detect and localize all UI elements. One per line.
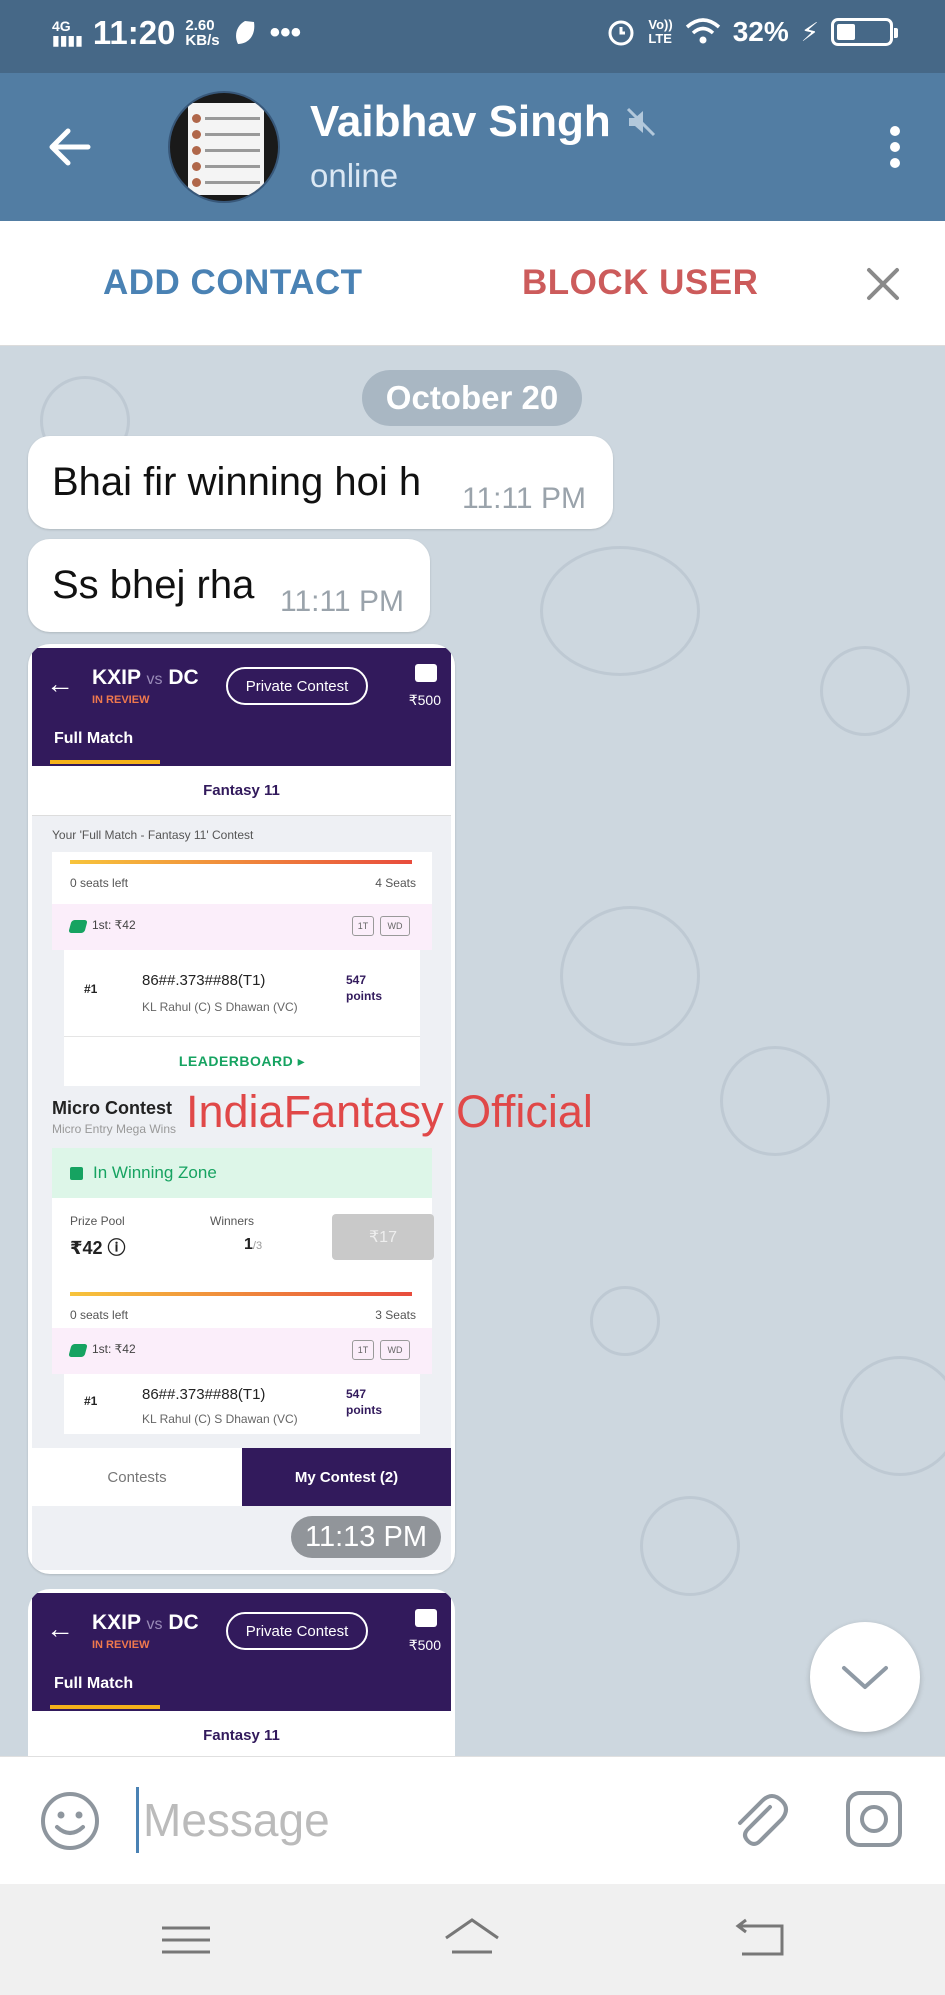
photo-message[interactable]: ← KXIP vs DC IN REVIEW Private Contest ₹…: [28, 1589, 455, 1756]
ss-status: IN REVIEW: [92, 1639, 150, 1651]
back-arrow-icon[interactable]: [40, 117, 100, 177]
ss-match-title: KXIP vs DC: [92, 666, 199, 689]
ss-private-contest: Private Contest: [226, 1612, 368, 1650]
contact-name: Vaibhav Singh: [310, 97, 611, 146]
message-time: 11:11 PM: [280, 585, 404, 618]
watermark-text: IndiaFantasy Official: [186, 1086, 593, 1137]
status-left: 4G ▮▮▮▮ 11:20 2.60 KB/s •••: [52, 14, 301, 52]
chevron-down-icon: [842, 1666, 888, 1689]
battery-percent: 32%: [732, 16, 789, 47]
ss-tab: Full Match: [54, 1675, 134, 1692]
ss-tab: Full Match: [54, 730, 134, 747]
net-speed: 2.60 KB/s: [185, 17, 220, 49]
ss-status: IN REVIEW: [92, 694, 150, 706]
ss-leaderboard: LEADERBOARD ▸: [64, 1036, 420, 1086]
add-contact-button[interactable]: ADD CONTACT: [103, 263, 363, 303]
message-input[interactable]: [136, 1787, 696, 1853]
ss-wallet-amount: ₹500: [408, 692, 441, 708]
status-right: Vo)) LTE 32% ⚡: [606, 16, 898, 48]
block-user-button[interactable]: BLOCK USER: [522, 263, 758, 303]
back-icon[interactable]: [730, 1912, 790, 1968]
volte-icon: Vo)) LTE: [648, 17, 673, 46]
emoji-icon[interactable]: [38, 1789, 102, 1853]
signal-icon: 4G ▮▮▮▮: [52, 18, 83, 48]
network-type: 4G: [52, 18, 71, 34]
photo-time: 11:13 PM: [291, 1516, 441, 1558]
close-icon[interactable]: [863, 264, 903, 304]
ss-subtab: Fantasy 11: [32, 1711, 451, 1756]
menu-icon[interactable]: [156, 1912, 216, 1968]
ss-wallet-amount: ₹500: [408, 1637, 441, 1653]
battery-icon: [831, 18, 898, 46]
avatar[interactable]: [168, 91, 280, 203]
ss-private-contest: Private Contest: [226, 667, 368, 705]
charging-icon: ⚡: [800, 16, 819, 47]
contact-status: online: [310, 157, 399, 194]
ss-micro-title: Micro Contest: [52, 1098, 173, 1118]
doodle: [840, 1356, 945, 1476]
ss-wallet-icon: [415, 1609, 437, 1627]
status-bar: 4G ▮▮▮▮ 11:20 2.60 KB/s ••• Vo)) LTE 32%…: [0, 0, 945, 73]
doodle: [540, 546, 700, 676]
chat-header: Vaibhav Singh online: [0, 73, 945, 221]
chat-area[interactable]: October 20 Bhai fir winning hoi h 11:11 …: [0, 346, 945, 1756]
message-composer: [0, 1756, 945, 1884]
contact-name-row[interactable]: Vaibhav Singh: [310, 97, 657, 147]
message-time: 11:11 PM: [462, 482, 586, 515]
ss-wallet-icon: [415, 664, 437, 682]
ss-gem-icon: [68, 920, 88, 933]
doodle: [590, 1286, 660, 1356]
more-vertical-icon[interactable]: [875, 117, 915, 177]
scroll-down-button[interactable]: [810, 1622, 920, 1732]
clock: 11:20: [92, 14, 176, 51]
ss-contest-heading: Your 'Full Match - Fantasy 11' Contest: [52, 828, 254, 842]
system-nav-bar: [0, 1884, 945, 1995]
attach-icon[interactable]: [726, 1787, 790, 1851]
home-icon[interactable]: [442, 1912, 502, 1968]
wifi-icon: [685, 18, 720, 44]
message-text: Ss bhej rha: [52, 563, 255, 607]
ss-gem-icon: [68, 1344, 88, 1357]
ss-subtab: Fantasy 11: [32, 766, 451, 816]
ss-winning-zone: In Winning Zone: [52, 1148, 432, 1198]
doodle: [720, 1046, 830, 1156]
doodle: [640, 1496, 740, 1596]
data-saver-icon: [235, 21, 254, 44]
doodle: [820, 646, 910, 736]
doodle: [560, 906, 700, 1046]
ss-back-icon: ←: [46, 668, 74, 699]
screenshot-image: ← KXIP vs DC IN REVIEW Private Contest ₹…: [32, 1593, 451, 1756]
message-bubble[interactable]: Ss bhej rha 11:11 PM: [28, 539, 430, 632]
more-icon: •••: [269, 16, 302, 49]
message-bubble[interactable]: Bhai fir winning hoi h 11:11 PM: [28, 436, 613, 529]
muted-icon: [626, 107, 655, 137]
camera-icon[interactable]: [842, 1787, 906, 1851]
alarm-icon: [608, 20, 634, 46]
contact-action-bar: ADD CONTACT BLOCK USER: [0, 221, 945, 346]
ss-gift-icon: [70, 1166, 83, 1180]
message-text: Bhai fir winning hoi h: [52, 460, 422, 504]
date-separator: October 20: [362, 370, 582, 426]
ss-match-title: KXIP vs DC: [92, 1611, 199, 1634]
ss-back-icon: ←: [46, 1613, 74, 1644]
